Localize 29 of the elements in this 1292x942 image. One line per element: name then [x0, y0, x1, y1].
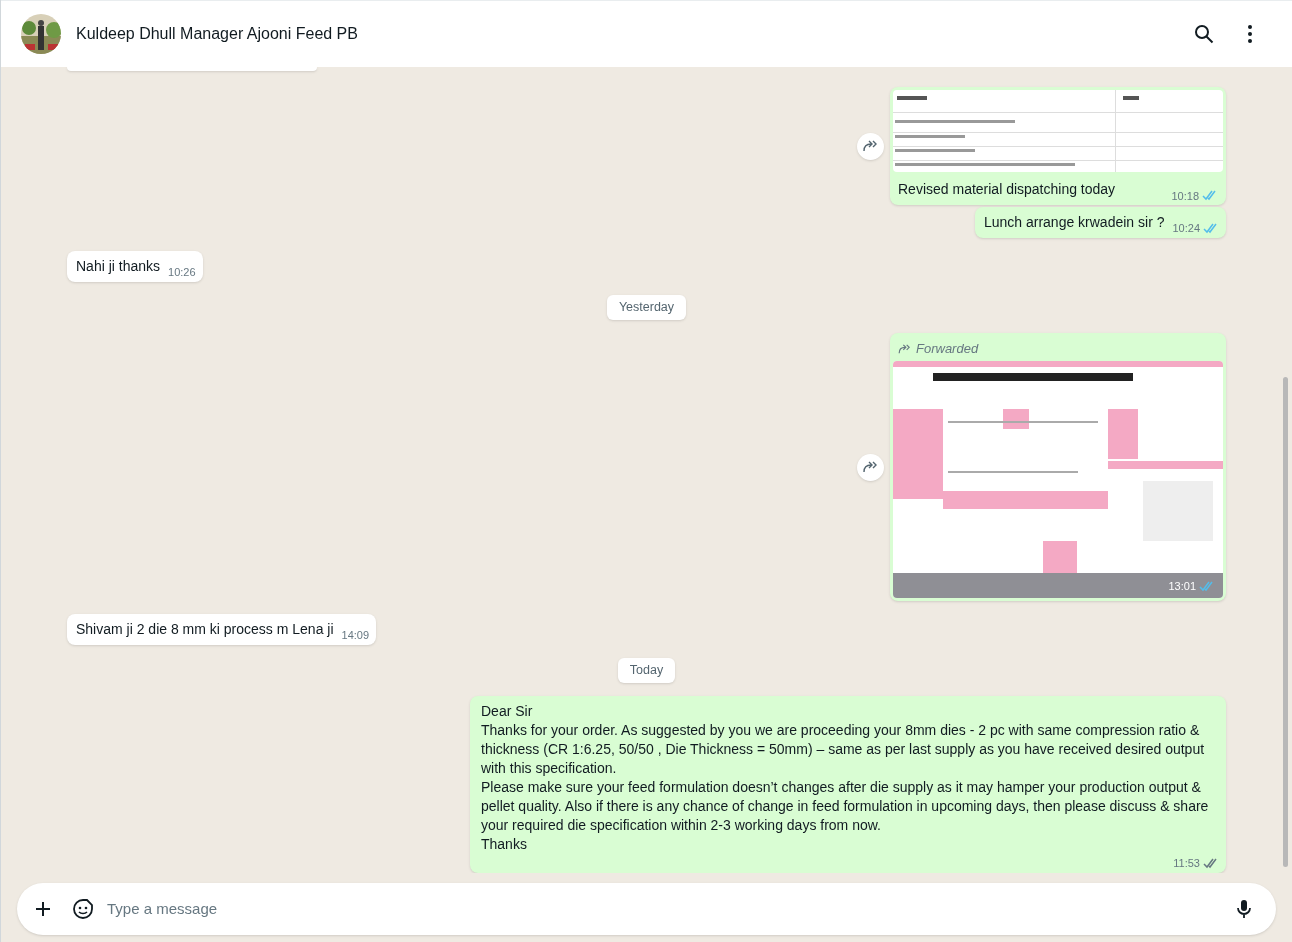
message-text: Revised material dispatching today — [898, 180, 1116, 199]
plus-icon — [35, 901, 51, 917]
forward-button[interactable] — [857, 453, 884, 481]
message-time: 13:01 — [1168, 578, 1196, 594]
message-text: Lunch arrange krwadein sir ? — [983, 213, 1165, 232]
date-separator: Today — [617, 658, 676, 683]
forwarded-label: Forwarded — [893, 335, 1223, 362]
sticker-icon — [72, 898, 94, 920]
message-time: 10:26 — [168, 266, 196, 279]
message-text: Dear Sir Thanks for your order. As suggested by you we are proceeding your 8mm dies - 2 pc with same compression ratio & thickness (CR 1:6.25, 50/50 , Die Thickness = 50mm) – same as per last supply as you have received desired output with this specification. Please make sure your feed formulation doesn’t changes after die supply as it may hamper your production output & pellet quality. Also if there is any chance of change in feed formulation in upcoming days, then please discuss & share your required die specification within 2-3 working days from now. Thanks — [481, 702, 1210, 854]
forward-icon — [862, 461, 879, 473]
forward-icon — [862, 140, 879, 152]
search-button[interactable] — [1192, 22, 1216, 46]
message-input[interactable]: Type a message — [107, 897, 1232, 921]
contact-name: Kuldeep Dhull Manager Ajooni Feed PB — [76, 24, 358, 44]
message-time: 11:53 — [1173, 857, 1200, 870]
search-icon — [1194, 24, 1214, 44]
message-text: Shivam ji 2 die 8 mm ki process m Lena ji — [76, 620, 334, 640]
forward-button[interactable] — [857, 132, 884, 160]
message-composer[interactable]: Type a message — [17, 883, 1276, 935]
menu-icon — [1248, 25, 1252, 43]
message-time: 10:18 — [1171, 188, 1199, 204]
message-time: 14:09 — [341, 629, 370, 643]
message-time: 10:24 — [1172, 222, 1200, 235]
date-separator: Yesterday — [606, 295, 687, 320]
sticker-button[interactable] — [71, 897, 95, 921]
forward-icon — [898, 343, 912, 354]
message-text: Nahi ji thanks — [76, 257, 161, 276]
microphone-icon — [1237, 899, 1251, 919]
